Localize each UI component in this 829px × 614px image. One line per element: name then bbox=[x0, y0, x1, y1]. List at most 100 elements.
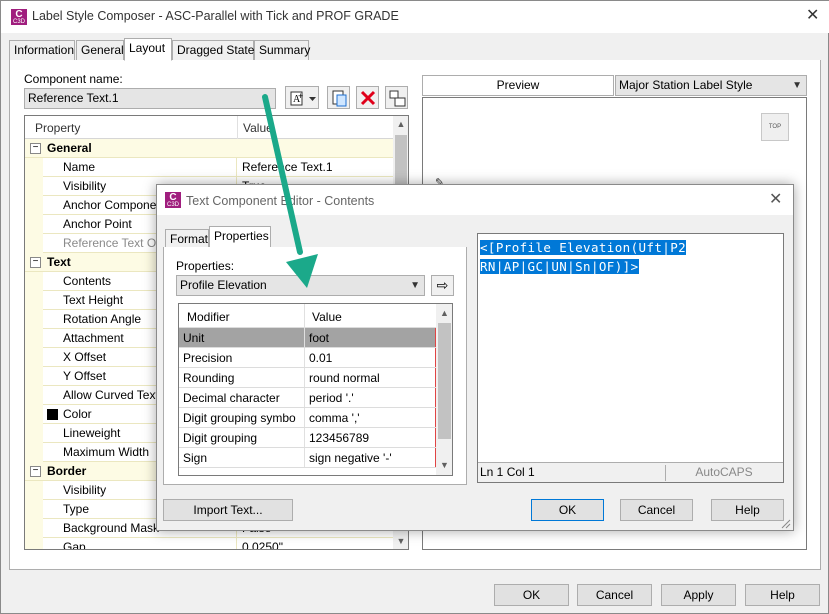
editor-status-bar: Ln 1 Col 1 AutoCAPS bbox=[478, 462, 783, 482]
collapse-icon[interactable]: − bbox=[30, 257, 41, 268]
modifier-header-divider bbox=[304, 304, 305, 328]
row-gutter bbox=[25, 443, 43, 462]
import-text-button[interactable]: Import Text... bbox=[163, 499, 293, 521]
tab-layout[interactable]: Layout bbox=[124, 38, 172, 61]
resize-grip-icon[interactable] bbox=[781, 519, 791, 529]
property-select[interactable]: Profile Elevation ▼ bbox=[176, 275, 425, 296]
value-column-header[interactable]: Value bbox=[312, 310, 342, 324]
modifier-row[interactable]: Digit grouping 123456789 bbox=[179, 428, 436, 448]
view-cube-top-button[interactable]: TOP bbox=[761, 113, 789, 141]
row-gutter bbox=[25, 329, 43, 348]
text-component-editor-dialog: C C3D Text Component Editor - Contents ✕ … bbox=[156, 184, 794, 531]
modifier-name: Unit bbox=[183, 331, 205, 345]
scroll-up-icon[interactable]: ▲ bbox=[393, 119, 408, 129]
insert-arrow-icon: ⇨ bbox=[436, 277, 449, 293]
color-swatch-icon bbox=[47, 409, 58, 420]
row-gutter bbox=[25, 272, 43, 291]
collapse-icon[interactable]: − bbox=[30, 466, 41, 477]
row-gutter bbox=[25, 215, 43, 234]
scroll-thumb[interactable] bbox=[438, 323, 451, 439]
modifier-row[interactable]: Digit grouping symbo comma ',' bbox=[179, 408, 436, 428]
modifier-value[interactable]: sign negative '-' bbox=[309, 448, 392, 467]
copy-component-button[interactable] bbox=[327, 86, 350, 109]
insert-property-button[interactable]: ⇨ bbox=[431, 275, 454, 296]
modifier-value[interactable]: comma ',' bbox=[309, 408, 360, 427]
property-name: Visibility bbox=[63, 179, 107, 193]
modifier-row[interactable]: Rounding round normal bbox=[179, 368, 436, 388]
property-column-header[interactable]: Property bbox=[35, 121, 80, 135]
text-contents[interactable]: <[Profile Elevation(Uft|P2 RN|AP|GC|UN|S… bbox=[480, 238, 687, 276]
tab-format[interactable]: Format bbox=[165, 229, 209, 248]
modifier-name: Digit grouping symbo bbox=[183, 411, 296, 425]
tab-properties[interactable]: Properties bbox=[209, 226, 271, 248]
add-component-button[interactable]: A + bbox=[285, 86, 319, 109]
property-name: Name bbox=[63, 160, 96, 174]
tab-summary[interactable]: Summary bbox=[254, 40, 310, 60]
modifier-value[interactable]: 123456789 bbox=[309, 428, 369, 447]
modifier-value[interactable]: 0.01 bbox=[309, 348, 332, 367]
property-row[interactable]: Gap 0.0250" bbox=[25, 538, 393, 549]
property-name: Attachment bbox=[63, 331, 124, 345]
property-name: Allow Curved Text bbox=[63, 388, 159, 402]
tab-information[interactable]: Information bbox=[9, 40, 75, 60]
chevron-down-icon: ▼ bbox=[410, 280, 420, 291]
editor-ok-button[interactable]: OK bbox=[531, 499, 604, 521]
row-gutter bbox=[25, 177, 43, 196]
scroll-up-icon[interactable]: ▲ bbox=[436, 308, 452, 318]
apply-button[interactable]: Apply bbox=[661, 584, 736, 606]
tab-general[interactable]: General bbox=[76, 40, 124, 60]
preview-style-combo[interactable]: Major Station Label Style ▼ bbox=[615, 75, 807, 96]
property-row[interactable]: Name Reference Text.1 bbox=[25, 158, 393, 177]
property-name: Lineweight bbox=[63, 426, 121, 440]
text-contents-editor[interactable]: <[Profile Elevation(Uft|P2 RN|AP|GC|UN|S… bbox=[477, 233, 784, 483]
property-name: Anchor Point bbox=[63, 217, 132, 231]
row-gutter bbox=[25, 519, 43, 538]
help-button[interactable]: Help bbox=[745, 584, 820, 606]
text-line-2: RN|AP|GC|UN|Sn|OF)]> bbox=[480, 259, 639, 274]
scroll-down-icon[interactable]: ▼ bbox=[393, 536, 408, 546]
property-name: Contents bbox=[63, 274, 112, 288]
modifier-grid-scrollbar[interactable]: ▲ ▼ bbox=[436, 304, 452, 475]
properties-label: Properties: bbox=[176, 259, 235, 273]
row-gutter bbox=[25, 158, 43, 177]
modifier-row[interactable]: Sign sign negative '-' bbox=[179, 448, 436, 468]
modifier-name: Rounding bbox=[183, 371, 235, 385]
cursor-position: Ln 1 Col 1 bbox=[478, 465, 666, 481]
modifier-column-header[interactable]: Modifier bbox=[187, 310, 230, 324]
modifier-row[interactable]: Precision 0.01 bbox=[179, 348, 436, 368]
modifier-row[interactable]: Unit foot bbox=[179, 328, 436, 348]
property-value[interactable]: Reference Text.1 bbox=[242, 158, 333, 177]
editor-close-icon[interactable]: ✕ bbox=[769, 192, 782, 208]
row-gutter bbox=[25, 405, 43, 424]
window-title: Label Style Composer - ASC-Parallel with… bbox=[32, 9, 399, 23]
ok-button[interactable]: OK bbox=[494, 584, 569, 606]
modifier-value[interactable]: foot bbox=[309, 328, 329, 347]
value-column-header[interactable]: Value bbox=[243, 121, 273, 135]
editor-help-button[interactable]: Help bbox=[711, 499, 784, 521]
modifier-value[interactable]: period '.' bbox=[309, 388, 354, 407]
delete-component-button[interactable] bbox=[356, 86, 379, 109]
section-title: Text bbox=[47, 255, 71, 269]
section-header-general[interactable]: − General bbox=[25, 139, 393, 158]
close-icon[interactable]: ✕ bbox=[806, 8, 819, 24]
editor-cancel-button[interactable]: Cancel bbox=[620, 499, 693, 521]
editor-title: Text Component Editor - Contents bbox=[186, 194, 375, 208]
header-divider bbox=[237, 116, 238, 139]
property-select-value: Profile Elevation bbox=[180, 278, 267, 292]
modifier-grid-header: Modifier Value bbox=[179, 304, 436, 328]
component-draw-order-button[interactable] bbox=[385, 86, 408, 109]
collapse-icon[interactable]: − bbox=[30, 143, 41, 154]
component-name-combo[interactable]: Reference Text.1 bbox=[24, 88, 276, 109]
scroll-down-icon[interactable]: ▼ bbox=[436, 460, 452, 470]
tab-dragged-state[interactable]: Dragged State bbox=[172, 40, 254, 60]
modifier-name: Precision bbox=[183, 351, 233, 365]
modifier-value[interactable]: round normal bbox=[309, 368, 380, 387]
modifier-row[interactable]: Decimal character period '.' bbox=[179, 388, 436, 408]
chevron-down-icon: ▼ bbox=[792, 80, 802, 91]
svg-text:+: + bbox=[298, 91, 303, 101]
property-name: Y Offset bbox=[63, 369, 106, 383]
section-title: General bbox=[47, 141, 92, 155]
cancel-button[interactable]: Cancel bbox=[577, 584, 652, 606]
property-value[interactable]: 0.0250" bbox=[242, 538, 283, 549]
property-name: Color bbox=[63, 407, 92, 421]
